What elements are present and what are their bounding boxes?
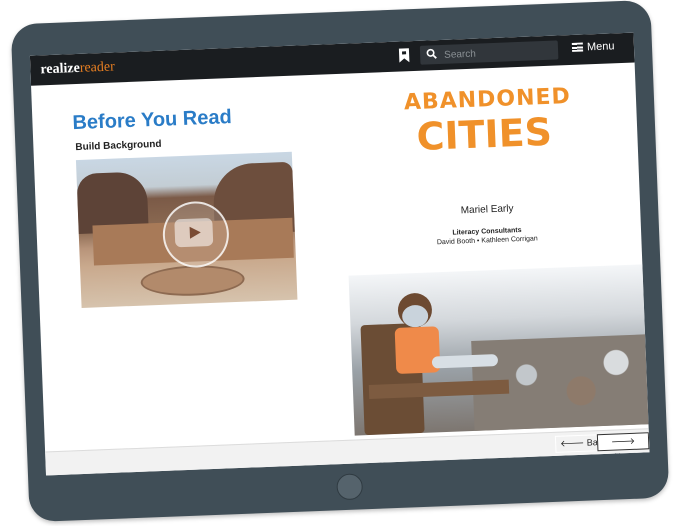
play-video-button[interactable] (174, 217, 214, 248)
scene: realizereader Menu Before (0, 0, 678, 526)
book-author: Mariel Early (460, 203, 514, 217)
arrow-left-icon: 🡐 (559, 437, 585, 449)
next-label: Next (614, 450, 634, 462)
menu-button[interactable]: Menu (571, 40, 615, 54)
page-heading: Before You Read (72, 106, 233, 135)
home-button[interactable] (336, 473, 364, 501)
photo-doll-legs (431, 354, 499, 369)
bookmark-icon[interactable] (398, 47, 411, 63)
book-title: ABANDONED CITIES (403, 83, 571, 159)
next-button[interactable]: 🡒 Next (596, 432, 650, 462)
search-input[interactable] (441, 42, 557, 63)
brand-part-reader: reader (79, 59, 116, 76)
bottom-nav-bar: 🡐 Back 🡒 Next (45, 428, 650, 476)
brand-logo[interactable]: realizereader (40, 60, 115, 79)
brand-part-realize: realize (40, 60, 81, 78)
cover-photo (348, 264, 649, 436)
video-scene-well (140, 263, 246, 298)
tablet-frame: realizereader Menu Before (10, 0, 670, 523)
section-subheading: Build Background (75, 138, 162, 154)
search-box[interactable] (419, 40, 559, 65)
hamburger-menu-icon (571, 42, 584, 52)
menu-label: Menu (586, 40, 615, 54)
play-icon (189, 226, 202, 239)
arrow-right-icon: 🡒 (610, 435, 636, 447)
reader-screen: realizereader Menu Before (29, 32, 650, 476)
book-title-line2: CITIES (415, 109, 553, 159)
background-video-thumbnail[interactable] (75, 151, 298, 308)
search-icon (426, 48, 437, 59)
top-bar: realizereader Menu (29, 32, 635, 86)
